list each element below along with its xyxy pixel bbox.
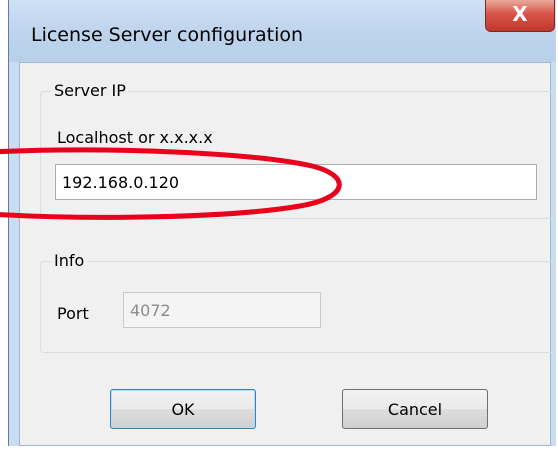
window-title: License Server configuration — [31, 24, 304, 46]
info-group-label: Info — [51, 251, 88, 270]
info-group: Info Port — [40, 251, 556, 353]
port-label: Port — [57, 304, 89, 323]
server-ip-group: Server IP Localhost or x.x.x.x — [40, 81, 556, 219]
server-ip-hint: Localhost or x.x.x.x — [57, 128, 213, 147]
close-button[interactable]: X — [485, 0, 555, 32]
dialog-body: Server IP Localhost or x.x.x.x Info Port… — [19, 62, 556, 446]
title-bar: License Server configuration X — [9, 0, 556, 62]
server-ip-group-label: Server IP — [51, 81, 129, 100]
close-icon: X — [512, 2, 528, 26]
ok-button[interactable]: OK — [110, 389, 256, 429]
dialog-window: License Server configuration X Server IP… — [8, 0, 556, 446]
cancel-button[interactable]: Cancel — [342, 389, 488, 429]
server-ip-input[interactable] — [55, 164, 537, 200]
port-input — [123, 292, 321, 328]
